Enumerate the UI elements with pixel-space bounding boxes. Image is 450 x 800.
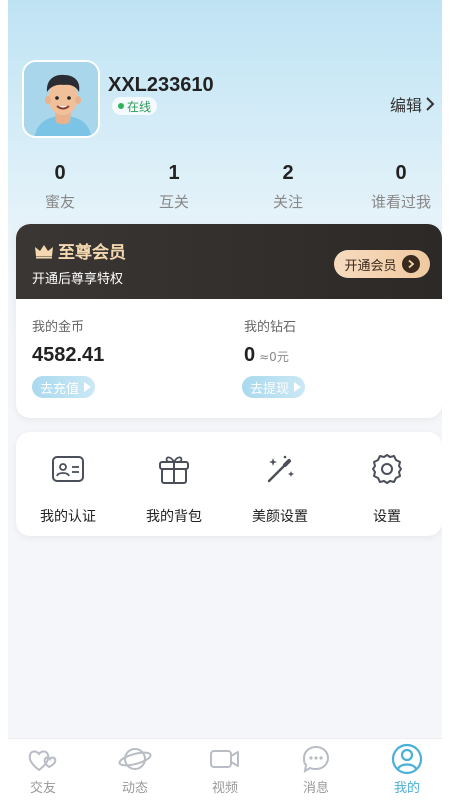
vip-title-text: 至尊会员: [58, 243, 126, 263]
stat-value: 0: [54, 162, 66, 184]
gift-icon: [159, 456, 189, 484]
menu-label: 我的背包: [146, 509, 202, 525]
diamonds-label: 我的钻石: [244, 320, 297, 335]
withdraw-button[interactable]: 去提现: [242, 376, 306, 398]
stat-label: 蜜友: [44, 193, 75, 211]
stat-label: 关注: [272, 193, 303, 211]
menu-item-verification[interactable]: 我的认证: [13, 450, 123, 526]
coins-label: 我的金币: [32, 320, 85, 335]
online-dot-icon: [118, 103, 124, 109]
frame-edge-left: [0, 0, 8, 800]
hearts-icon: [28, 750, 57, 772]
nav-label: 我的: [393, 781, 420, 796]
magic-wand-icon: [267, 455, 294, 483]
vip-banner[interactable]: 至尊会员 开通后尊享特权 开通会员: [16, 224, 442, 299]
stats-row: 0 蜜友 1 互关 2 关注 0 谁看过我: [0, 162, 450, 218]
username: XXL233610: [108, 74, 214, 96]
open-vip-button[interactable]: 开通会员: [334, 250, 430, 278]
nav-item-moments[interactable]: 动态: [100, 743, 170, 796]
menu-label: 美颜设置: [252, 509, 308, 525]
stat-mutual[interactable]: 1 互关: [119, 162, 229, 212]
stat-visitors[interactable]: 0 谁看过我: [346, 162, 450, 212]
play-arrow-icon: [84, 382, 92, 392]
open-vip-label: 开通会员: [344, 258, 397, 274]
stat-label: 互关: [158, 193, 189, 211]
online-status-badge: 在线: [112, 97, 158, 115]
function-menu: 我的认证 我的背包 美颜设置 设置: [16, 432, 442, 536]
menu-label: 我的认证: [40, 509, 96, 525]
coins-value: 4582.41: [32, 344, 105, 366]
play-arrow-icon: [294, 382, 302, 392]
frame-edge-right: [442, 0, 450, 800]
nav-item-video[interactable]: 视频: [190, 743, 260, 796]
recharge-label: 去充值: [40, 381, 80, 397]
withdraw-label: 去提现: [250, 381, 290, 397]
vip-wallet-card: 至尊会员 开通后尊享特权 开通会员 我的金币 4582.41 去充值 我的钻石 …: [16, 224, 442, 418]
chat-bubble-icon: [302, 745, 330, 773]
crown-icon: [35, 244, 53, 258]
vip-title: 至尊会员: [34, 238, 126, 263]
diamonds-approx: ≈0元: [259, 350, 289, 364]
stat-label: 谁看过我: [370, 193, 431, 211]
diamonds-value: 0: [244, 344, 256, 366]
menu-item-beauty-settings[interactable]: 美颜设置: [225, 450, 335, 526]
arrow-right-icon: [401, 255, 420, 273]
nav-item-mine[interactable]: 我的: [372, 743, 442, 796]
nav-item-messages[interactable]: 消息: [281, 743, 351, 796]
recharge-button[interactable]: 去充值: [32, 376, 96, 398]
bottom-nav: 交友 动态 视频 消息 我的: [0, 738, 450, 800]
profile-icon: [391, 743, 423, 775]
menu-label: 设置: [373, 509, 401, 525]
stat-value: 0: [395, 162, 407, 184]
menu-item-backpack[interactable]: 我的背包: [119, 450, 229, 526]
id-card-icon: [52, 456, 84, 482]
planet-icon: [118, 748, 152, 770]
avatar[interactable]: [22, 60, 100, 138]
chevron-right-icon: [426, 97, 435, 111]
nav-label: 动态: [121, 781, 148, 796]
nav-label: 视频: [211, 781, 238, 796]
video-icon: [210, 750, 239, 768]
stat-friends[interactable]: 0 蜜友: [5, 162, 115, 212]
nav-item-friends[interactable]: 交友: [8, 743, 78, 796]
edit-profile-button[interactable]: 编辑: [390, 92, 436, 116]
stat-following[interactable]: 2 关注: [233, 162, 343, 212]
diamonds-value-group: 0 ≈0元: [244, 344, 289, 367]
status-text: 在线: [127, 99, 152, 114]
nav-label: 消息: [302, 781, 329, 796]
vip-subtitle: 开通后尊享特权: [32, 272, 124, 287]
edit-label: 编辑: [389, 96, 422, 115]
stat-value: 2: [282, 162, 294, 184]
stat-value: 1: [168, 162, 180, 184]
gear-icon: [372, 454, 402, 484]
nav-label: 交友: [29, 781, 56, 796]
menu-item-settings[interactable]: 设置: [332, 450, 442, 526]
